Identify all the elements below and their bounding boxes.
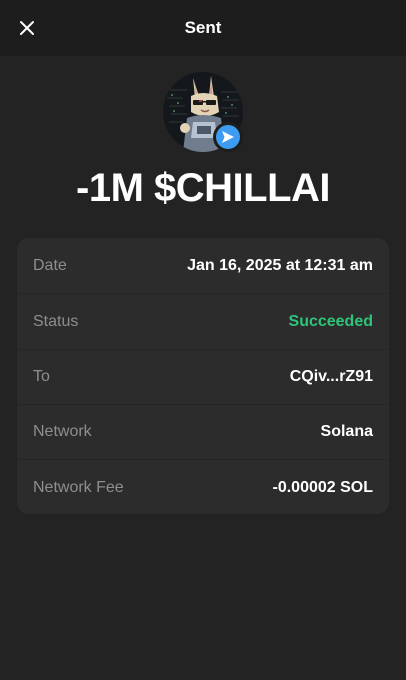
transaction-detail-screen: Sent -1M $CHILLAI Date Jan 16, 2025 at 1… [0,0,406,680]
detail-row-to[interactable]: To CQiv...rZ91 [17,349,389,404]
to-label: To [33,367,50,385]
network-fee-label: Network Fee [33,478,124,496]
network-value: Solana [320,422,373,440]
transaction-details-card: Date Jan 16, 2025 at 12:31 am Status Suc… [17,238,389,514]
detail-row-status: Status Succeeded [17,294,389,349]
transaction-amount: -1M $CHILLAI [76,166,331,210]
date-value: Jan 16, 2025 at 12:31 am [187,256,373,274]
status-label: Status [33,312,79,330]
send-badge [213,122,243,152]
detail-row-network-fee: Network Fee -0.00002 SOL [17,460,389,515]
network-fee-value: -0.00002 SOL [272,478,374,496]
detail-row-date: Date Jan 16, 2025 at 12:31 am [17,238,389,293]
send-arrow-icon [222,131,234,143]
status-value: Succeeded [288,312,373,330]
detail-row-network: Network Solana [17,404,389,459]
network-label: Network [33,422,92,440]
recipient-address[interactable]: CQiv...rZ91 [290,368,373,386]
page-title: Sent [184,18,222,37]
date-label: Date [33,256,67,274]
token-avatar-group [163,72,243,152]
header-bar: Sent [0,0,406,56]
